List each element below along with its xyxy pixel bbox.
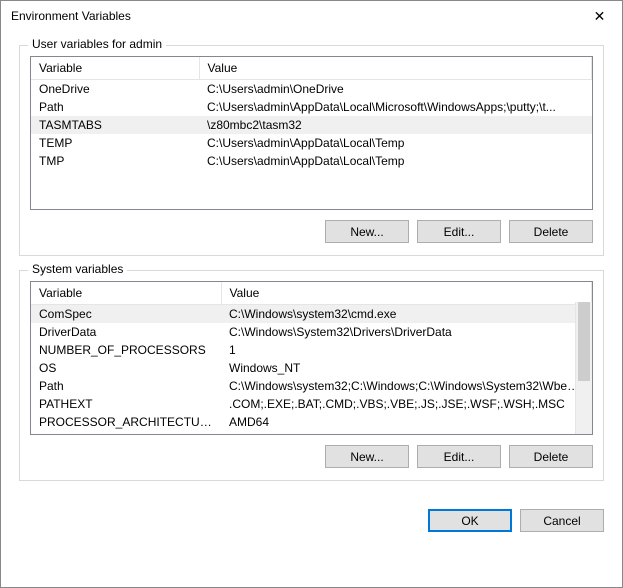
dialog-button-row: OK Cancel [1, 505, 622, 542]
table-row[interactable]: PathC:\Users\admin\AppData\Local\Microso… [31, 98, 592, 116]
table-row[interactable]: NUMBER_OF_PROCESSORS1 [31, 341, 592, 359]
cell-value: C:\Users\admin\OneDrive [199, 80, 592, 99]
table-row[interactable]: ComSpecC:\Windows\system32\cmd.exe [31, 305, 592, 324]
user-variables-table-wrap: Variable Value OneDriveC:\Users\admin\On… [30, 56, 593, 210]
user-new-button[interactable]: New... [325, 220, 409, 243]
sys-col-variable[interactable]: Variable [31, 282, 221, 305]
window-title: Environment Variables [11, 9, 577, 23]
system-new-button[interactable]: New... [325, 445, 409, 468]
cell-value: C:\Users\admin\AppData\Local\Temp [199, 152, 592, 170]
cell-value: .COM;.EXE;.BAT;.CMD;.VBS;.VBE;.JS;.JSE;.… [221, 395, 592, 413]
cell-variable: OneDrive [31, 80, 199, 99]
ok-button[interactable]: OK [428, 509, 512, 532]
cancel-button[interactable]: Cancel [520, 509, 604, 532]
user-variables-group: User variables for admin Variable Value … [19, 45, 604, 256]
user-edit-button[interactable]: Edit... [417, 220, 501, 243]
cell-variable: TASMTABS [31, 116, 199, 134]
cell-variable: Path [31, 98, 199, 116]
cell-variable: Path [31, 377, 221, 395]
table-row[interactable]: OneDriveC:\Users\admin\OneDrive [31, 80, 592, 99]
cell-variable: ComSpec [31, 305, 221, 324]
cell-variable: DriverData [31, 323, 221, 341]
cell-value: C:\Users\admin\AppData\Local\Microsoft\W… [199, 98, 592, 116]
table-row[interactable]: TEMPC:\Users\admin\AppData\Local\Temp [31, 134, 592, 152]
cell-value: 1 [221, 341, 592, 359]
table-row[interactable]: OSWindows_NT [31, 359, 592, 377]
cell-value: C:\Users\admin\AppData\Local\Temp [199, 134, 592, 152]
system-delete-button[interactable]: Delete [509, 445, 593, 468]
user-delete-button[interactable]: Delete [509, 220, 593, 243]
user-variables-table[interactable]: Variable Value OneDriveC:\Users\admin\On… [31, 57, 592, 170]
cell-variable: TMP [31, 152, 199, 170]
titlebar: Environment Variables ✕ [1, 1, 622, 31]
user-col-value[interactable]: Value [199, 57, 592, 80]
dialog-body: User variables for admin Variable Value … [1, 31, 622, 505]
system-variables-table[interactable]: Variable Value ComSpecC:\Windows\system3… [31, 282, 592, 431]
sys-col-value[interactable]: Value [221, 282, 592, 305]
cell-variable: NUMBER_OF_PROCESSORS [31, 341, 221, 359]
user-group-label: User variables for admin [28, 37, 166, 51]
system-group-label: System variables [28, 262, 127, 276]
close-button[interactable]: ✕ [577, 1, 622, 31]
cell-value: C:\Windows\system32;C:\Windows;C:\Window… [221, 377, 592, 395]
table-row[interactable]: TASMTABS\z80mbc2\tasm32 [31, 116, 592, 134]
cell-variable: PROCESSOR_ARCHITECTURE [31, 413, 221, 431]
cell-value: AMD64 [221, 413, 592, 431]
user-col-variable[interactable]: Variable [31, 57, 199, 80]
system-variables-table-wrap: Variable Value ComSpecC:\Windows\system3… [30, 281, 593, 435]
cell-value: Windows_NT [221, 359, 592, 377]
cell-variable: OS [31, 359, 221, 377]
table-row[interactable]: PATHEXT.COM;.EXE;.BAT;.CMD;.VBS;.VBE;.JS… [31, 395, 592, 413]
table-row[interactable]: TMPC:\Users\admin\AppData\Local\Temp [31, 152, 592, 170]
cell-value: C:\Windows\System32\Drivers\DriverData [221, 323, 592, 341]
table-row[interactable]: PathC:\Windows\system32;C:\Windows;C:\Wi… [31, 377, 592, 395]
cell-value: C:\Windows\system32\cmd.exe [221, 305, 592, 324]
system-button-row: New... Edit... Delete [30, 445, 593, 468]
cell-value: \z80mbc2\tasm32 [199, 116, 592, 134]
system-scrollbar[interactable] [575, 302, 592, 434]
close-icon: ✕ [594, 8, 606, 25]
table-row[interactable]: DriverDataC:\Windows\System32\Drivers\Dr… [31, 323, 592, 341]
system-variables-group: System variables Variable Value ComSpecC… [19, 270, 604, 481]
table-row[interactable]: PROCESSOR_ARCHITECTUREAMD64 [31, 413, 592, 431]
system-edit-button[interactable]: Edit... [417, 445, 501, 468]
scrollbar-thumb[interactable] [578, 302, 590, 381]
cell-variable: TEMP [31, 134, 199, 152]
cell-variable: PATHEXT [31, 395, 221, 413]
user-button-row: New... Edit... Delete [30, 220, 593, 243]
